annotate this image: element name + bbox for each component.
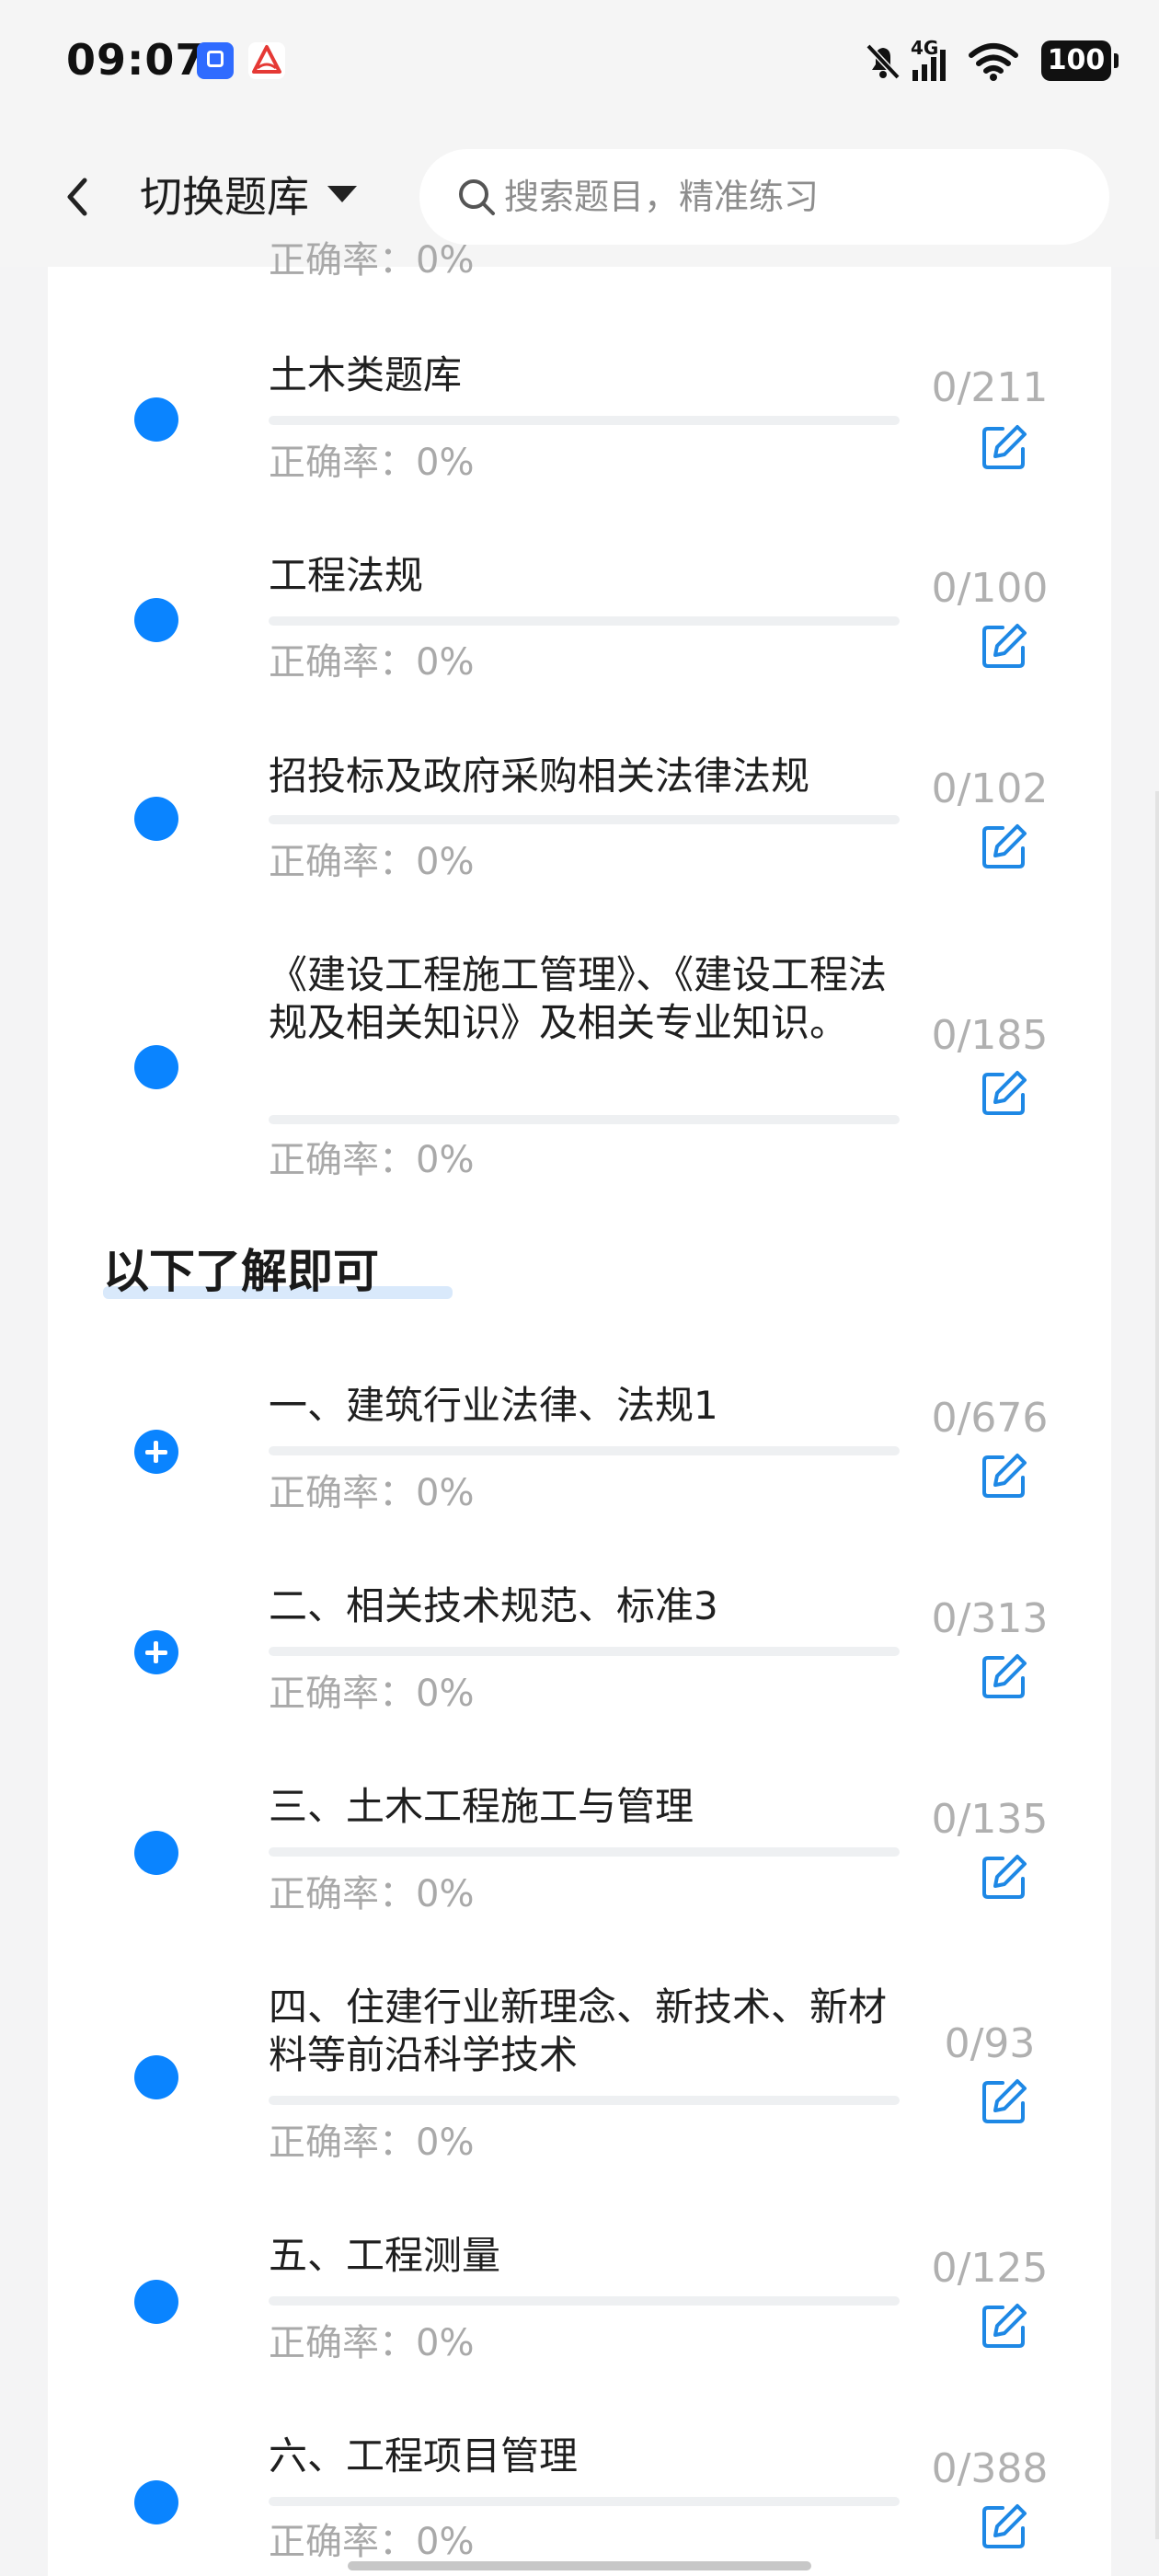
- signal-icon: [912, 50, 946, 81]
- item-accuracy: 正确率：0%: [269, 2322, 475, 2364]
- dot-icon: [134, 1045, 178, 1089]
- status-time: 09:07: [66, 35, 206, 85]
- edit-icon[interactable]: [979, 1851, 1030, 1903]
- edit-icon[interactable]: [979, 421, 1030, 473]
- progress-bar: [269, 1647, 900, 1656]
- progress-bar: [269, 2296, 900, 2306]
- item-count: 0/388: [931, 2445, 1049, 2492]
- item-accuracy: 正确率：0%: [269, 2521, 475, 2563]
- item-title: 招投标及政府采购相关法律法规: [269, 753, 810, 799]
- search-placeholder: 搜索题目，精准练习: [504, 177, 820, 217]
- item-title: 四、住建行业新理念、新技术、新材料等前沿科学技术: [269, 1984, 888, 2077]
- dropdown-caret-icon[interactable]: [327, 186, 357, 202]
- dot-icon: [134, 2480, 178, 2524]
- item-count: 0/211: [931, 364, 1049, 411]
- item-title: 工程法规: [269, 553, 424, 598]
- switch-bank-button[interactable]: 切换题库: [140, 169, 309, 224]
- progress-bar: [269, 1115, 900, 1124]
- plus-circle-icon[interactable]: [134, 1630, 178, 1674]
- item-accuracy: 正确率：0%: [269, 841, 475, 883]
- progress-bar: [269, 2497, 900, 2506]
- item-title: 土木类题库: [269, 352, 463, 397]
- back-chevron-left-icon[interactable]: [52, 169, 107, 224]
- list-item[interactable]: 土木类题库 正确率：0% 0/211: [48, 267, 1111, 484]
- edit-icon[interactable]: [979, 2300, 1030, 2352]
- item-accuracy: 正确率：0%: [269, 1472, 475, 1514]
- dot-icon: [134, 397, 178, 442]
- edit-icon[interactable]: [979, 2076, 1030, 2127]
- progress-bar: [269, 815, 900, 824]
- battery-indicator: 100: [1041, 40, 1119, 81]
- item-title: 六、工程项目管理: [269, 2433, 579, 2478]
- dot-icon: [134, 598, 178, 642]
- item-accuracy: 正确率：0%: [269, 442, 475, 484]
- item-count: 0/100: [931, 565, 1049, 612]
- progress-bar: [269, 1847, 900, 1857]
- progress-bar: [269, 2096, 900, 2105]
- status-bar: 09:07 4G 100: [0, 0, 1159, 129]
- item-count: 0/93: [944, 2020, 1036, 2067]
- dot-icon: [134, 797, 178, 841]
- dot-icon: [134, 2055, 178, 2099]
- mute-bell-icon: [866, 43, 901, 80]
- edit-icon[interactable]: [979, 1067, 1030, 1119]
- item-accuracy: 正确率：0%: [269, 641, 475, 684]
- wifi-icon: [969, 43, 1018, 81]
- item-count: 0/102: [931, 765, 1049, 812]
- item-count: 0/676: [931, 1395, 1049, 1442]
- item-count: 0/125: [931, 2245, 1049, 2292]
- item-title: 一、建筑行业法律、法规1: [269, 1383, 718, 1428]
- item-title: 三、土木工程施工与管理: [269, 1784, 694, 1829]
- item-count: 0/185: [931, 1012, 1049, 1059]
- edit-icon[interactable]: [979, 1450, 1030, 1501]
- item-title: 二、相关技术规范、标准3: [269, 1583, 718, 1628]
- item-count: 0/313: [931, 1595, 1049, 1642]
- edit-icon[interactable]: [979, 1650, 1030, 1702]
- item-title: 《建设工程施工管理》、《建设工程法规及相关知识》及相关专业知识。: [269, 952, 888, 1045]
- section-heading: 以下了解即可: [103, 1245, 379, 1298]
- plus-circle-icon[interactable]: [134, 1430, 178, 1474]
- search-input[interactable]: 搜索题目，精准练习: [419, 149, 1109, 245]
- search-icon: [459, 179, 495, 215]
- edit-icon[interactable]: [979, 620, 1030, 672]
- progress-bar: [269, 1446, 900, 1455]
- item-accuracy: 正确率：0%: [269, 1873, 475, 1915]
- top-header: 切换题库 搜索题目，精准练习: [0, 129, 1159, 267]
- item-accuracy: 正确率：0%: [269, 1139, 475, 1181]
- edit-icon[interactable]: [979, 821, 1030, 872]
- edit-icon[interactable]: [979, 2501, 1030, 2552]
- item-count: 0/135: [931, 1796, 1049, 1843]
- app-notification-icon-2: [248, 42, 285, 79]
- item-accuracy: 正确率：0%: [269, 2122, 475, 2164]
- app-notification-icon: [197, 42, 234, 79]
- progress-bar: [269, 616, 900, 626]
- item-accuracy: 正确率：0%: [269, 1673, 475, 1715]
- scroll-track: [1155, 791, 1159, 2539]
- home-indicator[interactable]: [348, 2561, 811, 2570]
- question-bank-list: 正确率：0% 土木类题库 正确率：0% 0/211 工程法规 正确率：0% 0/…: [48, 239, 1111, 2576]
- dot-icon: [134, 2280, 178, 2324]
- item-title: 五、工程测量: [269, 2233, 501, 2278]
- dot-icon: [134, 1831, 178, 1875]
- progress-bar: [269, 416, 900, 425]
